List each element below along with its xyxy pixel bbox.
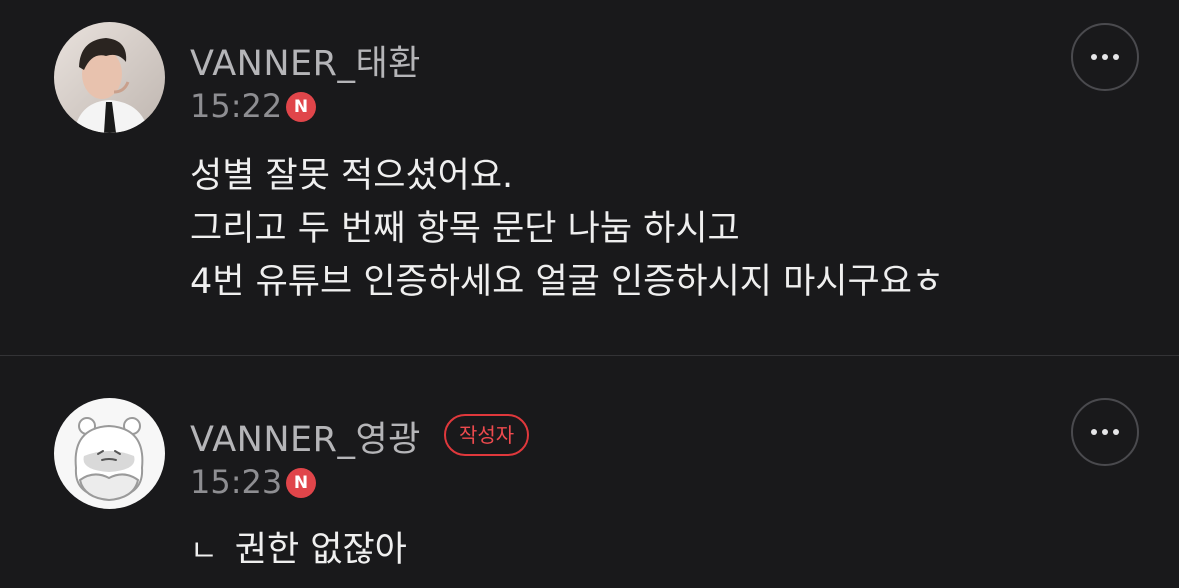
- comment-time: 15:23: [190, 463, 283, 501]
- comment-text: 권한 없잖아: [234, 530, 407, 570]
- comment-line: 그리고 두 번째 항목 문단 나눔 하시고: [190, 209, 740, 249]
- avatar[interactable]: [54, 398, 165, 509]
- new-badge: N: [286, 468, 316, 498]
- more-options-button[interactable]: [1071, 398, 1139, 466]
- comment-body: 성별 잘못 적으셨어요. 그리고 두 번째 항목 문단 나눔 하시고 4번 유튜…: [190, 150, 944, 309]
- more-options-button[interactable]: [1071, 23, 1139, 91]
- author-badge: 작성자: [444, 414, 530, 456]
- more-horizontal-icon: [1091, 429, 1097, 435]
- username[interactable]: VANNER_태환: [190, 35, 421, 86]
- username[interactable]: VANNER_영광: [190, 411, 421, 462]
- comment-line: 성별 잘못 적으셨어요.: [190, 156, 514, 196]
- comment-body: ㄴ 권한 없잖아: [190, 524, 407, 578]
- comment-time: 15:22: [190, 87, 283, 125]
- new-badge: N: [286, 92, 316, 122]
- character-avatar-icon: [54, 398, 165, 509]
- comment-item: VANNER_태환 15:22 N 성별 잘못 적으셨어요. 그리고 두 번째 …: [0, 0, 1179, 355]
- comment-item: VANNER_영광 작성자 15:23 N ㄴ 권한 없잖아: [0, 356, 1179, 588]
- profile-photo: [54, 22, 165, 133]
- reply-mark: ㄴ: [190, 534, 218, 569]
- comment-line: ㄴ 권한 없잖아: [190, 524, 407, 578]
- more-horizontal-icon: [1091, 54, 1097, 60]
- avatar[interactable]: [54, 22, 165, 133]
- comment-line: 4번 유튜브 인증하세요 얼굴 인증하시지 마시구요ㅎ: [190, 262, 945, 302]
